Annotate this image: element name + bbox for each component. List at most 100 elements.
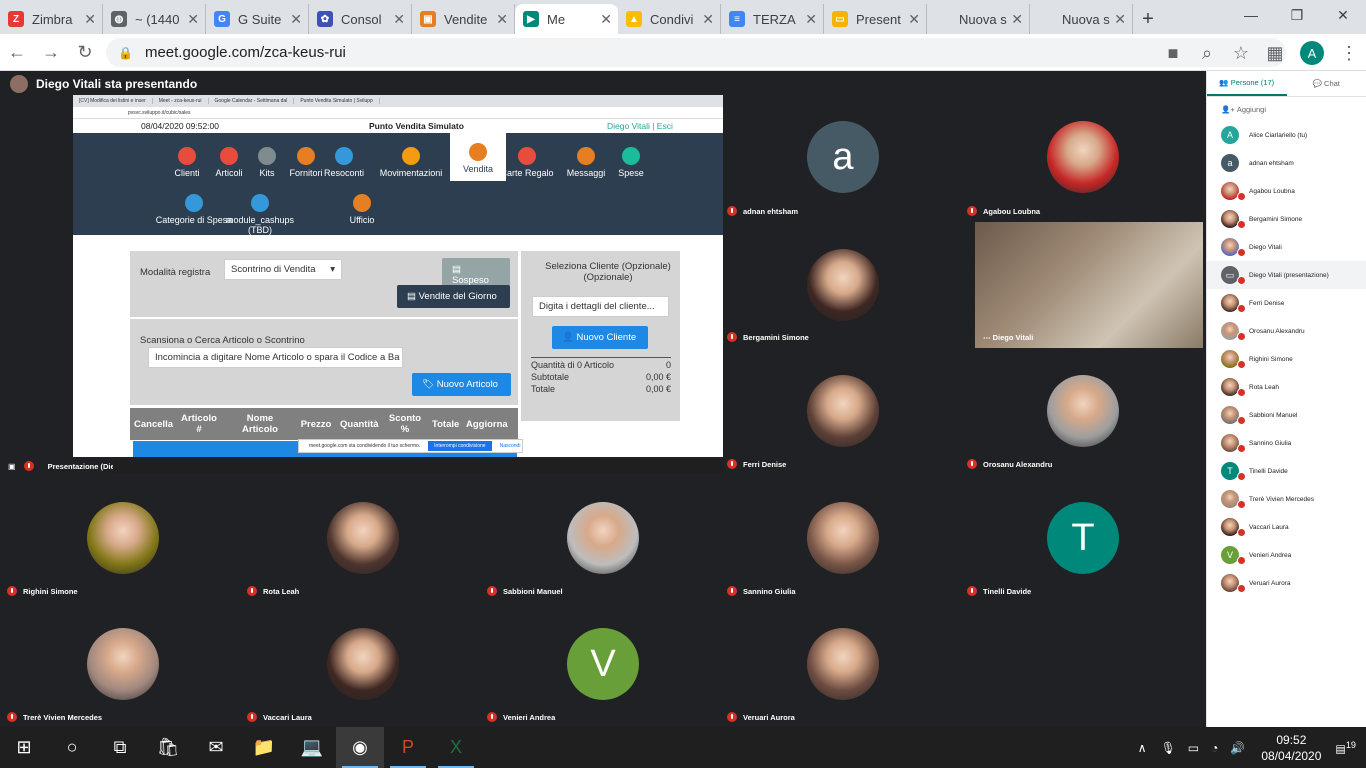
participant-list-item[interactable]: a adnan ehtsham bbox=[1207, 149, 1366, 177]
browser-tab[interactable]: ▭ Present ✕ bbox=[824, 4, 927, 34]
browser-tab[interactable]: ▶ Me ✕ bbox=[515, 4, 618, 34]
pos-nav-item[interactable]: Movimentazioni bbox=[366, 147, 456, 178]
hide-notice-link[interactable]: Nascondi bbox=[500, 443, 521, 449]
browser-tab[interactable]: Nuova sche✕ bbox=[1030, 4, 1133, 34]
close-tab-icon[interactable]: ✕ bbox=[187, 11, 199, 28]
forward-icon[interactable]: → bbox=[34, 35, 68, 69]
task-view-icon[interactable]: ⧉ bbox=[96, 727, 144, 768]
browser-tab[interactable]: ▣ Vendite ✕ bbox=[412, 4, 515, 34]
participant-list-item[interactable]: ▭ Diego Vitali (presentazione) bbox=[1207, 261, 1366, 289]
mode-select[interactable]: Scontrino di Vendita ▾ bbox=[224, 259, 342, 280]
mic-off-icon bbox=[967, 586, 977, 596]
mic-off-icon bbox=[1237, 416, 1246, 425]
store-icon[interactable]: 🛍 bbox=[144, 727, 192, 768]
browser-tab[interactable]: ✿ Consol ✕ bbox=[309, 4, 412, 34]
excel-icon[interactable]: X bbox=[432, 727, 480, 768]
close-tab-icon[interactable]: ✕ bbox=[84, 11, 96, 28]
mic-off-icon bbox=[247, 712, 257, 722]
back-icon[interactable]: ← bbox=[0, 35, 34, 69]
close-tab-icon[interactable]: ✕ bbox=[908, 11, 920, 28]
start-icon[interactable]: ⊞ bbox=[0, 727, 48, 768]
chevron-up-icon[interactable]: ∧ bbox=[1138, 741, 1147, 755]
chrome-icon[interactable]: ◉ bbox=[336, 727, 384, 768]
battery-icon[interactable]: ▭ bbox=[1188, 741, 1199, 755]
mail-icon[interactable]: ✉ bbox=[192, 727, 240, 768]
close-tab-icon[interactable]: ✕ bbox=[600, 11, 612, 28]
participant-list-item[interactable]: Rota Leah bbox=[1207, 373, 1366, 401]
search-icon[interactable]: ○ bbox=[48, 727, 96, 768]
participant-name: Agabou Loubna bbox=[967, 206, 1040, 216]
volume-icon[interactable]: 🔊 bbox=[1230, 741, 1245, 755]
close-tab-icon[interactable]: ✕ bbox=[496, 11, 508, 28]
browser-tab[interactable]: Nuova sche✕ bbox=[927, 4, 1030, 34]
powerpoint-icon[interactable]: P bbox=[384, 727, 432, 768]
participant-list-item[interactable]: Ferri Denise bbox=[1207, 289, 1366, 317]
close-tab-icon[interactable]: ✕ bbox=[290, 11, 302, 28]
browser-tab[interactable]: ≡ TERZA ✕ bbox=[721, 4, 824, 34]
item-search-input[interactable]: Incomincia a digitare Nome Articolo o sp… bbox=[148, 347, 403, 368]
window-controls: — ❐ ✕ bbox=[1228, 0, 1366, 30]
participant-list-item[interactable]: Veruari Aurora bbox=[1207, 569, 1366, 597]
participant-list-item[interactable]: A Alice Ciarlariello (tu) bbox=[1207, 121, 1366, 149]
daily-sales-button[interactable]: ▤ Vendite del Giorno bbox=[397, 285, 510, 308]
close-tab-icon[interactable]: ✕ bbox=[393, 11, 405, 28]
shared-tab: Meet - zca-keus-rui bbox=[153, 98, 209, 104]
pos-nav-item[interactable]: Vendita bbox=[450, 133, 506, 181]
extensions-icon[interactable]: ▦ bbox=[1258, 36, 1292, 70]
mode-label: Modalità registra bbox=[140, 267, 211, 278]
reload-icon[interactable]: ↻ bbox=[68, 35, 102, 69]
new-customer-button[interactable]: 👤 Nuovo Cliente bbox=[552, 326, 648, 349]
file-explorer-icon[interactable]: 📁 bbox=[240, 727, 288, 768]
close-window-icon[interactable]: ✕ bbox=[1320, 0, 1366, 30]
mic-tray-icon[interactable]: 🎙 bbox=[1161, 741, 1176, 755]
participant-list-item[interactable]: Sabbioni Manuel bbox=[1207, 401, 1366, 429]
maximize-icon[interactable]: ❐ bbox=[1274, 0, 1320, 30]
menu-kebab-icon[interactable]: ⋮ bbox=[1332, 36, 1366, 70]
participant-list-item[interactable]: Agabou Loubna bbox=[1207, 177, 1366, 205]
wifi-icon[interactable]: ◔ bbox=[1211, 741, 1218, 755]
close-tab-icon[interactable]: ✕ bbox=[805, 11, 817, 28]
participant-list-item[interactable]: Orosanu Alexandru bbox=[1207, 317, 1366, 345]
customer-search-input[interactable]: Digita i dettagli del cliente... bbox=[532, 296, 669, 317]
bookmark-star-icon[interactable]: ☆ bbox=[1224, 36, 1258, 70]
browser-tab[interactable]: G G Suite ✕ bbox=[206, 4, 309, 34]
laptop-icon[interactable]: 💻 bbox=[288, 727, 336, 768]
participant-list-item[interactable]: Bergamini Simone bbox=[1207, 205, 1366, 233]
participant-list-name: Ferri Denise bbox=[1249, 299, 1285, 307]
close-tab-icon[interactable]: ✕ bbox=[1011, 11, 1023, 28]
address-bar[interactable]: 🔒 meet.google.com/zca-keus-rui bbox=[106, 38, 1286, 67]
pos-nav-item[interactable]: Resoconti bbox=[316, 147, 372, 178]
camera-icon[interactable]: ■ bbox=[1156, 36, 1190, 70]
pos-nav-item[interactable]: Spese bbox=[603, 147, 659, 178]
new-tab-button[interactable]: + bbox=[1133, 4, 1163, 34]
logout-link[interactable]: Esci bbox=[657, 121, 673, 131]
avatar-initial: V bbox=[590, 642, 616, 685]
nav-item-icon bbox=[220, 147, 238, 165]
tab-people[interactable]: 👥 Persone (17) bbox=[1207, 71, 1287, 96]
participant-list-name: Vaccari Laura bbox=[1249, 523, 1289, 531]
participant-list-item[interactable]: Righini Simone bbox=[1207, 345, 1366, 373]
add-people-button[interactable]: 👤+ Aggiungi bbox=[1207, 97, 1366, 121]
pos-nav-item[interactable]: module_cashups (TBD) bbox=[215, 194, 305, 235]
participant-list-item[interactable]: T Tinelli Davide bbox=[1207, 457, 1366, 485]
stop-sharing-button[interactable]: Interrompi condivisione bbox=[428, 441, 492, 451]
browser-tab[interactable]: ◍ ~ (1440 ✕ bbox=[103, 4, 206, 34]
participant-list-item[interactable]: Trerè Vivien Mercedes bbox=[1207, 485, 1366, 513]
pos-nav-item[interactable]: Carte Regalo bbox=[499, 147, 555, 178]
browser-tab[interactable]: Z Zimbra ✕ bbox=[0, 4, 103, 34]
browser-tab[interactable]: ▲ Condivi ✕ bbox=[618, 4, 721, 34]
pos-nav-item[interactable]: Ufficio bbox=[334, 194, 390, 225]
participant-list-item[interactable]: Sannino Giulia bbox=[1207, 429, 1366, 457]
clock[interactable]: 09:52 08/04/2020 bbox=[1261, 732, 1321, 764]
close-tab-icon[interactable]: ✕ bbox=[1114, 11, 1126, 28]
participant-list-item[interactable]: V Venieri Andrea bbox=[1207, 541, 1366, 569]
notifications-icon[interactable]: ▤19 bbox=[1335, 740, 1356, 756]
profile-avatar[interactable]: A bbox=[1300, 41, 1324, 65]
participant-list-item[interactable]: Vaccari Laura bbox=[1207, 513, 1366, 541]
participant-list-item[interactable]: Diego Vitali bbox=[1207, 233, 1366, 261]
close-tab-icon[interactable]: ✕ bbox=[702, 11, 714, 28]
zoom-icon[interactable]: ⌕ bbox=[1190, 36, 1224, 70]
tab-chat[interactable]: 💬 Chat bbox=[1287, 71, 1366, 96]
minimize-icon[interactable]: — bbox=[1228, 0, 1274, 30]
new-item-button[interactable]: 🏷 Nuovo Articolo bbox=[412, 373, 511, 396]
